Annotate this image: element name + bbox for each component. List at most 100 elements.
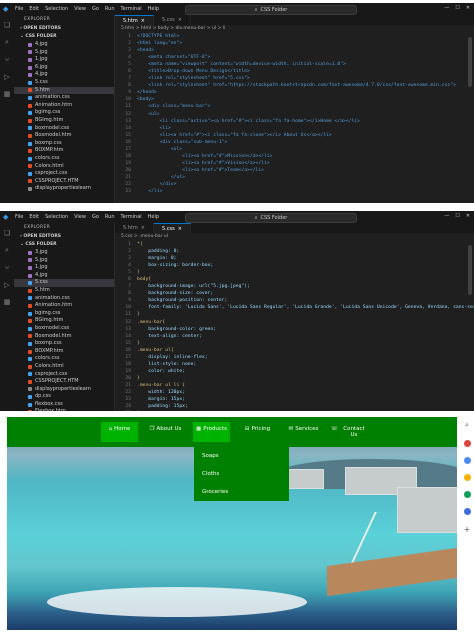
- code-editor[interactable]: 1 <!DOCTYPE html> 2 <html lang="en"> 3 <head>…: [115, 33, 474, 195]
- breadcrumb[interactable]: 5.htm > html > body > div.menu-bar > ul …: [115, 25, 474, 33]
- extension-icon[interactable]: [463, 508, 471, 515]
- folder-section[interactable]: ⌄ CSS FOLDER: [14, 33, 114, 41]
- extension-icon[interactable]: [463, 491, 471, 498]
- code-line[interactable]: 4 <meta charset="UTF-8">: [115, 54, 474, 61]
- run-debug-icon[interactable]: ▷: [4, 281, 9, 289]
- open-editors-section[interactable]: › OPEN EDITORS: [14, 25, 114, 33]
- code-line[interactable]: 2 padding: 0;: [115, 248, 474, 255]
- file-item[interactable]: colors.css: [14, 155, 114, 163]
- open-editors-section[interactable]: › OPEN EDITORS: [14, 233, 114, 241]
- menu-run[interactable]: Run: [105, 6, 115, 12]
- file-item[interactable]: 6.jpg: [14, 64, 114, 72]
- file-item[interactable]: BOXMP.htm: [14, 348, 114, 356]
- code-line[interactable]: 15 <li><a href="#"><i class="fa fa-clone…: [115, 132, 474, 139]
- file-item[interactable]: CSSPROJECT.HTM: [14, 378, 114, 386]
- code-line[interactable]: 14 <li>: [115, 125, 474, 132]
- tab-5-css[interactable]: 5.css ×: [154, 15, 191, 25]
- close-icon[interactable]: ×: [141, 223, 145, 233]
- file-item[interactable]: Flexbox.htm: [14, 408, 114, 411]
- dropdown-item-soaps[interactable]: Soaps: [194, 447, 289, 465]
- file-item[interactable]: BGImg.htm: [14, 117, 114, 125]
- menu-file[interactable]: File: [15, 214, 23, 220]
- code-line[interactable]: 14 text-align: center;: [115, 333, 474, 340]
- menu-file[interactable]: File: [15, 6, 23, 12]
- code-line[interactable]: 12 .menu-bar{: [115, 319, 474, 326]
- extension-icon[interactable]: [463, 440, 471, 447]
- code-line[interactable]: 18 <li><a href="#">Mission</a></li>: [115, 153, 474, 160]
- code-line[interactable]: 11}: [115, 311, 474, 318]
- file-item[interactable]: Boxmodel.htm: [14, 333, 114, 341]
- code-line[interactable]: 11 <div class="menu-bar">: [115, 103, 474, 110]
- file-item[interactable]: displaypropertieslearn: [14, 386, 114, 394]
- minimize-icon[interactable]: —: [444, 5, 449, 11]
- code-line[interactable]: 21 </ul>: [115, 174, 474, 181]
- code-line[interactable]: 6 <title>Drop-down Menu Design</title>: [115, 68, 474, 75]
- file-item[interactable]: 5.htm: [14, 287, 114, 295]
- menu-help[interactable]: Help: [148, 6, 159, 12]
- code-line[interactable]: 3 <head>: [115, 47, 474, 54]
- code-line[interactable]: 4 box-sizing: border-box;: [115, 262, 474, 269]
- menu-terminal[interactable]: Terminal: [121, 6, 142, 12]
- code-editor[interactable]: 1 *{2 padding: 0; 3 margin: 0; 4 box-sizing…: [115, 241, 474, 411]
- search-icon[interactable]: ⌕: [5, 38, 9, 47]
- file-item[interactable]: 3.jpg: [14, 249, 114, 257]
- code-line[interactable]: 15}: [115, 340, 474, 347]
- extensions-icon[interactable]: ▦: [4, 90, 11, 98]
- file-item[interactable]: displaypropertieslearn: [14, 185, 114, 193]
- maximize-icon[interactable]: ☐: [455, 213, 459, 219]
- file-item[interactable]: animation.css: [14, 94, 114, 102]
- code-line[interactable]: 9 background-position: center;: [115, 297, 474, 304]
- file-item[interactable]: 4.jpg: [14, 272, 114, 280]
- code-line[interactable]: 12 <ul>: [115, 111, 474, 118]
- file-item[interactable]: 4.jpg: [14, 41, 114, 49]
- search-icon[interactable]: ⌕: [5, 246, 9, 255]
- file-item[interactable]: 5.css: [14, 79, 114, 87]
- nav-home[interactable]: ⌂ Home: [101, 422, 138, 442]
- file-item[interactable]: flexbox.css: [14, 401, 114, 409]
- code-line[interactable]: 6 body{: [115, 276, 474, 283]
- file-item[interactable]: BOXMP.htm: [14, 147, 114, 155]
- code-line[interactable]: 7 <link rel="stylesheet" href="5.css">: [115, 75, 474, 82]
- code-line[interactable]: 21 .menu-bar ul li {: [115, 382, 474, 389]
- extension-icon[interactable]: [463, 474, 471, 481]
- code-line[interactable]: 5}: [115, 269, 474, 276]
- command-center[interactable]: ⌕ CSS Folder: [185, 5, 357, 15]
- minimize-icon[interactable]: —: [444, 213, 449, 219]
- code-line[interactable]: 20}: [115, 375, 474, 382]
- file-item[interactable]: boxmodel.css: [14, 325, 114, 333]
- code-line[interactable]: 23 margin: 15px;: [115, 396, 474, 403]
- code-line[interactable]: 7 background-image: url("5.jpg.jpeg");: [115, 283, 474, 290]
- code-line[interactable]: 17 <ul>: [115, 146, 474, 153]
- explorer-icon[interactable]: ❏: [4, 229, 10, 237]
- extensions-icon[interactable]: ▦: [4, 298, 11, 306]
- menu-help[interactable]: Help: [148, 214, 159, 220]
- nav-contact-us[interactable]: ☏ Contact Us: [331, 422, 368, 442]
- code-line[interactable]: 16 .menu-bar ul{: [115, 347, 474, 354]
- nav-about-us[interactable]: ❐ About Us: [147, 422, 184, 442]
- folder-section[interactable]: ⌄ CSS FOLDER: [14, 241, 114, 249]
- code-line[interactable]: 19 <li><a href="#">Vision</a></li>: [115, 160, 474, 167]
- menu-edit[interactable]: Edit: [29, 214, 39, 220]
- close-icon[interactable]: ×: [178, 224, 182, 234]
- file-item[interactable]: 5.css: [14, 279, 114, 287]
- code-line[interactable]: 1 <!DOCTYPE html>: [115, 33, 474, 40]
- menu-selection[interactable]: Selection: [45, 6, 68, 12]
- file-item[interactable]: 5.jpg: [14, 257, 114, 265]
- file-item[interactable]: colors.css: [14, 355, 114, 363]
- file-item[interactable]: dp.css: [14, 393, 114, 401]
- code-line[interactable]: 9 </head>: [115, 89, 474, 96]
- dropdown-item-cloths[interactable]: Cloths: [194, 465, 289, 483]
- dropdown-item-groceries[interactable]: Groceries: [194, 483, 289, 501]
- file-item[interactable]: 5.jpg: [14, 49, 114, 57]
- file-item[interactable]: 1.jpg: [14, 56, 114, 64]
- menu-go[interactable]: Go: [92, 214, 99, 220]
- source-control-icon[interactable]: ⑂: [5, 56, 9, 64]
- editor-scrollbar[interactable]: [468, 37, 472, 87]
- code-line[interactable]: 13 <li class="active"><a href="#"><i cla…: [115, 118, 474, 125]
- file-item[interactable]: Animation.htm: [14, 302, 114, 310]
- code-line[interactable]: 10 font-family: 'Lucida Sans', 'Lucida S…: [115, 304, 474, 311]
- file-item[interactable]: Colors.html: [14, 163, 114, 171]
- file-item[interactable]: 5.htm: [14, 86, 114, 95]
- code-line[interactable]: 19 color: white;: [115, 368, 474, 375]
- code-line[interactable]: 5 <meta name="viewport" content="width=d…: [115, 61, 474, 68]
